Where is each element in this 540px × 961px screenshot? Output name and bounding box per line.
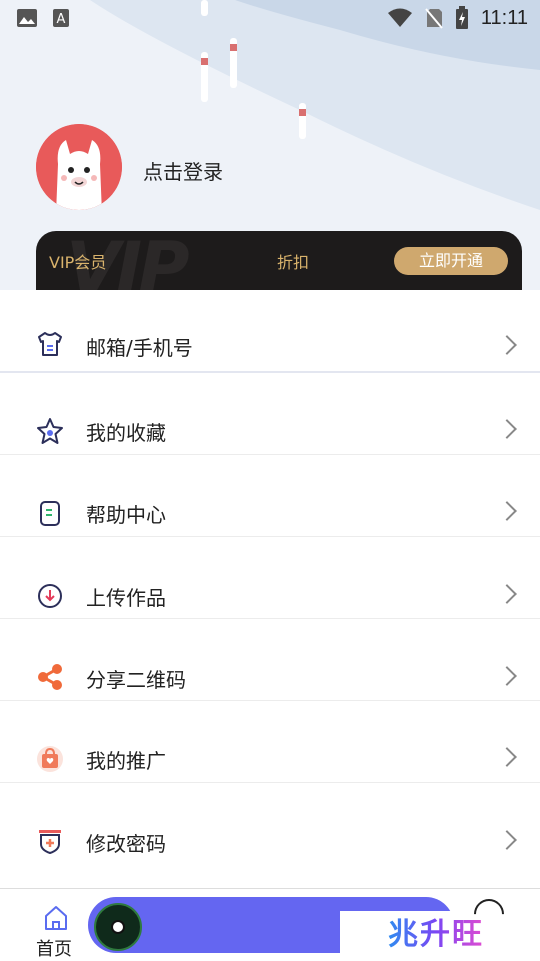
battery-charging-icon — [455, 6, 468, 29]
font-icon: A — [53, 9, 69, 27]
chevron-right-icon — [497, 335, 517, 355]
menu-item-share-qr[interactable]: 分享二维码 — [0, 619, 540, 701]
menu-item-label: 修改密码 — [86, 832, 166, 856]
menu-item-change-password[interactable]: 修改密码 — [0, 783, 540, 864]
chevron-right-icon — [497, 501, 517, 521]
chevron-right-icon — [497, 666, 517, 686]
shield-plus-icon — [39, 830, 61, 855]
home-icon[interactable] — [36, 903, 76, 931]
menu-item-label: 我的收藏 — [86, 421, 166, 445]
avatar[interactable] — [36, 124, 122, 210]
vip-discount: 折扣 — [277, 253, 310, 272]
menu-item-label: 我的推广 — [86, 749, 166, 773]
menu-item-email-phone[interactable]: 邮箱/手机号 — [0, 290, 540, 373]
menu-list: 邮箱/手机号 我的收藏 帮助中心 上传作品 分享二维码 我的推广 修改密码 — [0, 290, 540, 864]
llama-avatar-icon — [36, 124, 122, 210]
vip-open-button[interactable]: 立即开通 — [394, 247, 508, 275]
status-bar: A 11:11 — [0, 0, 540, 36]
vip-banner[interactable]: VIP VIP会员 折扣 立即开通 — [36, 231, 522, 290]
menu-item-label: 分享二维码 — [86, 668, 186, 692]
document-icon — [40, 501, 60, 526]
menu-item-label: 帮助中心 — [86, 503, 166, 527]
share-icon — [38, 664, 62, 690]
watermark-logo: 兆升旺 — [388, 909, 484, 953]
chevron-right-icon — [497, 419, 517, 439]
menu-item-promotion[interactable]: 我的推广 — [0, 701, 540, 783]
menu-item-upload[interactable]: 上传作品 — [0, 537, 540, 619]
nav-home-label[interactable]: 首页 — [36, 935, 72, 961]
star-icon — [37, 418, 63, 444]
menu-item-favorites[interactable]: 我的收藏 — [0, 373, 540, 455]
image-icon — [17, 9, 37, 27]
menu-item-help[interactable]: 帮助中心 — [0, 455, 540, 537]
chevron-right-icon — [497, 830, 517, 850]
vip-label: VIP会员 — [49, 253, 107, 272]
shirt-icon — [38, 332, 62, 356]
status-time: 11:11 — [480, 6, 528, 29]
download-circle-icon — [38, 584, 62, 608]
bottom-navigation: 首页 兆升旺 — [0, 888, 540, 961]
menu-item-label: 上传作品 — [86, 586, 166, 610]
wifi-icon — [387, 8, 412, 27]
chevron-right-icon — [497, 584, 517, 604]
shopping-bag-icon — [37, 746, 63, 772]
chevron-right-icon — [497, 747, 517, 767]
no-sim-icon — [425, 8, 443, 29]
menu-item-label: 邮箱/手机号 — [86, 336, 193, 360]
album-disc-icon[interactable] — [94, 903, 142, 951]
svg-text:A: A — [57, 12, 66, 27]
login-link[interactable]: 点击登录 — [143, 156, 223, 185]
